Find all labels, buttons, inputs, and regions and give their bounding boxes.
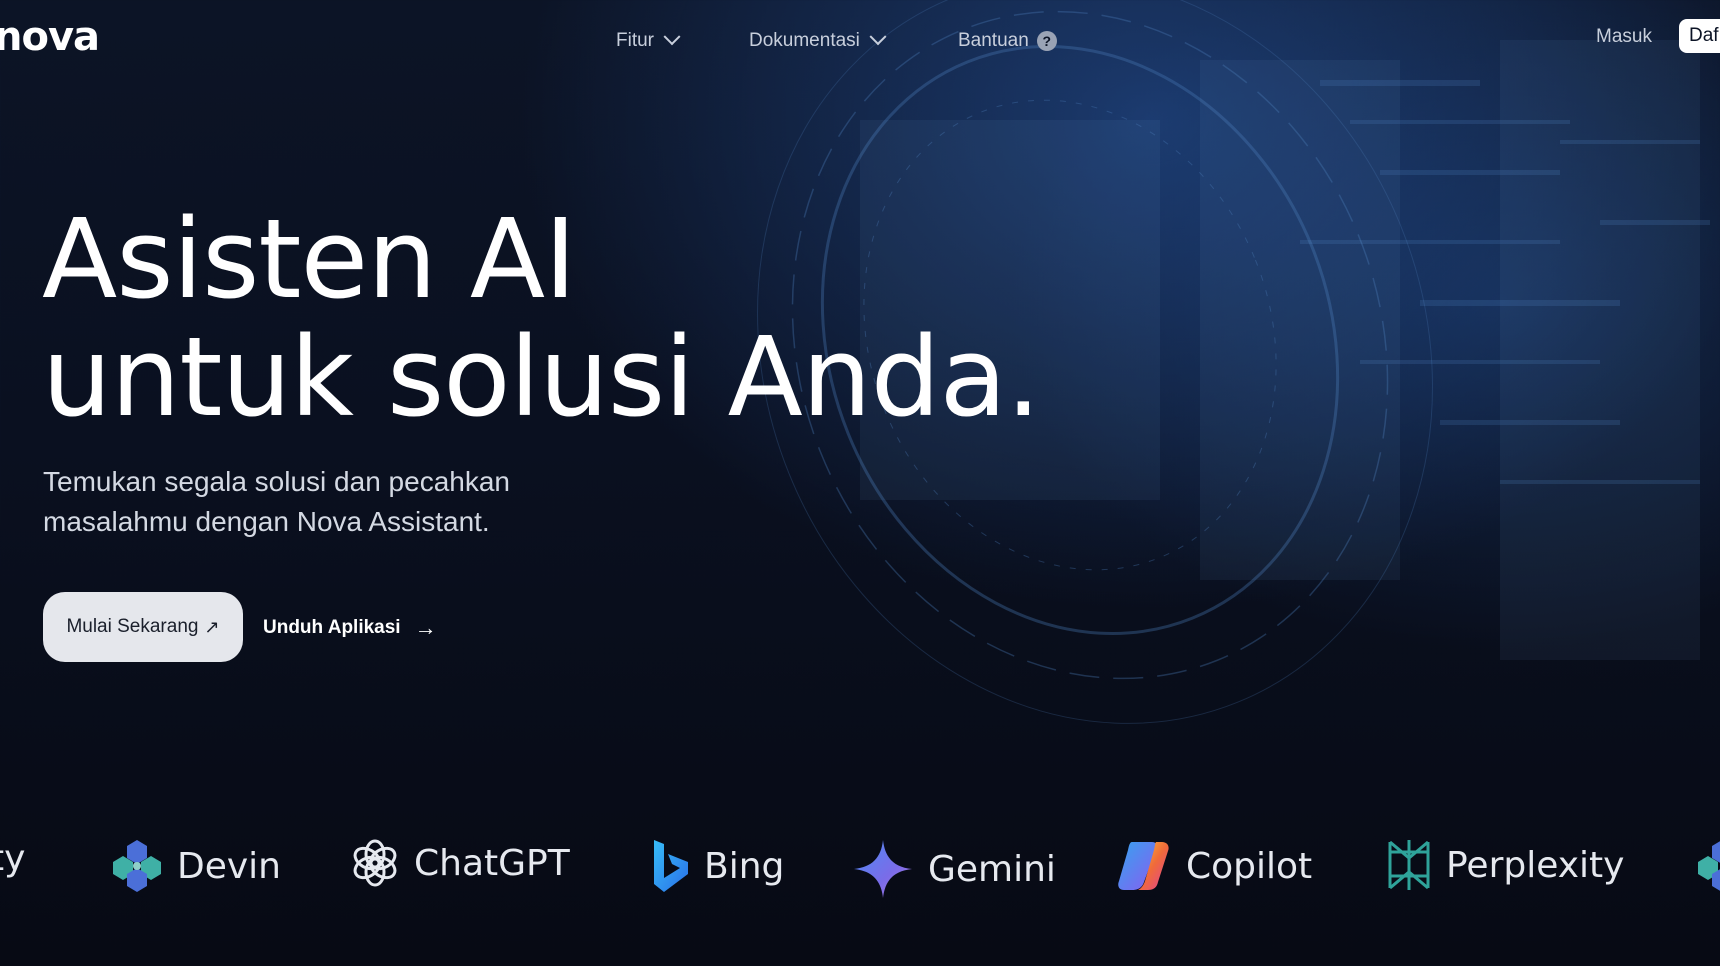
chevron-down-icon (869, 28, 887, 46)
arrow-right-icon: → (414, 615, 437, 640)
brand-copilot-label: Copilot (1186, 845, 1313, 887)
devin-logo-icon (1698, 841, 1720, 891)
question-circle-icon: ? (1036, 31, 1057, 51)
brand-devin-label: Devin (177, 845, 281, 887)
nav-fitur[interactable]: Fitur (616, 28, 681, 52)
logo-text: nova (0, 14, 100, 60)
hero-title: Asisten AI untuk solusi Anda. (42, 195, 1041, 441)
login-link[interactable]: Masuk (1596, 26, 1652, 48)
download-app-link[interactable]: Unduh Aplikasi → (263, 615, 437, 641)
signup-button[interactable]: Daf (1679, 19, 1720, 53)
nova-logo[interactable]: nova (0, 14, 100, 60)
chevron-down-icon (663, 28, 681, 46)
brand-perplexity-label: Perplexity (1446, 844, 1625, 886)
nav-dokumentasi[interactable]: Dokumentasi (749, 28, 887, 52)
nav-bantuan[interactable]: Bantuan ? (958, 30, 1057, 52)
gemini-star-icon (854, 840, 912, 898)
hero-subtitle: Temukan segala solusi dan pecahkan masal… (43, 466, 510, 537)
brand-partial-label: ity (0, 838, 26, 879)
brand-bing: Bing (650, 838, 784, 894)
brand-devin-partial (1696, 838, 1720, 894)
nav-dokumentasi-label: Dokumentasi (749, 30, 860, 51)
arrow-up-right-icon: ↗ (204, 616, 220, 637)
openai-logo-icon (353, 839, 397, 887)
brand-perplexity: Perplexity (1386, 838, 1624, 892)
start-now-label: Mulai Sekarang (66, 616, 199, 637)
start-now-button[interactable]: Mulai Sekarang ↗ (43, 592, 243, 662)
nav-bantuan-label: Bantuan (958, 30, 1029, 51)
bing-logo-icon (654, 840, 688, 892)
brand-perplexity-partial: ity (0, 838, 25, 879)
brand-gemini-label: Gemini (928, 848, 1056, 890)
copilot-logo-icon (1118, 842, 1169, 890)
brand-chatgpt: ChatGPT (350, 838, 570, 888)
brand-devin: Devin (111, 838, 281, 894)
download-app-label: Unduh Aplikasi (263, 617, 401, 638)
brand-gemini: Gemini (852, 838, 1056, 900)
devin-logo-icon (113, 840, 161, 892)
brand-bing-label: Bing (704, 845, 785, 887)
nav-fitur-label: Fitur (616, 30, 654, 51)
hero-title-line-1: Asisten AI (42, 195, 577, 323)
hero-title-line-2: untuk solusi Anda. (42, 313, 1041, 441)
perplexity-logo-icon (1388, 840, 1430, 890)
brand-copilot: Copilot (1116, 838, 1312, 894)
brand-chatgpt-label: ChatGPT (414, 842, 570, 884)
